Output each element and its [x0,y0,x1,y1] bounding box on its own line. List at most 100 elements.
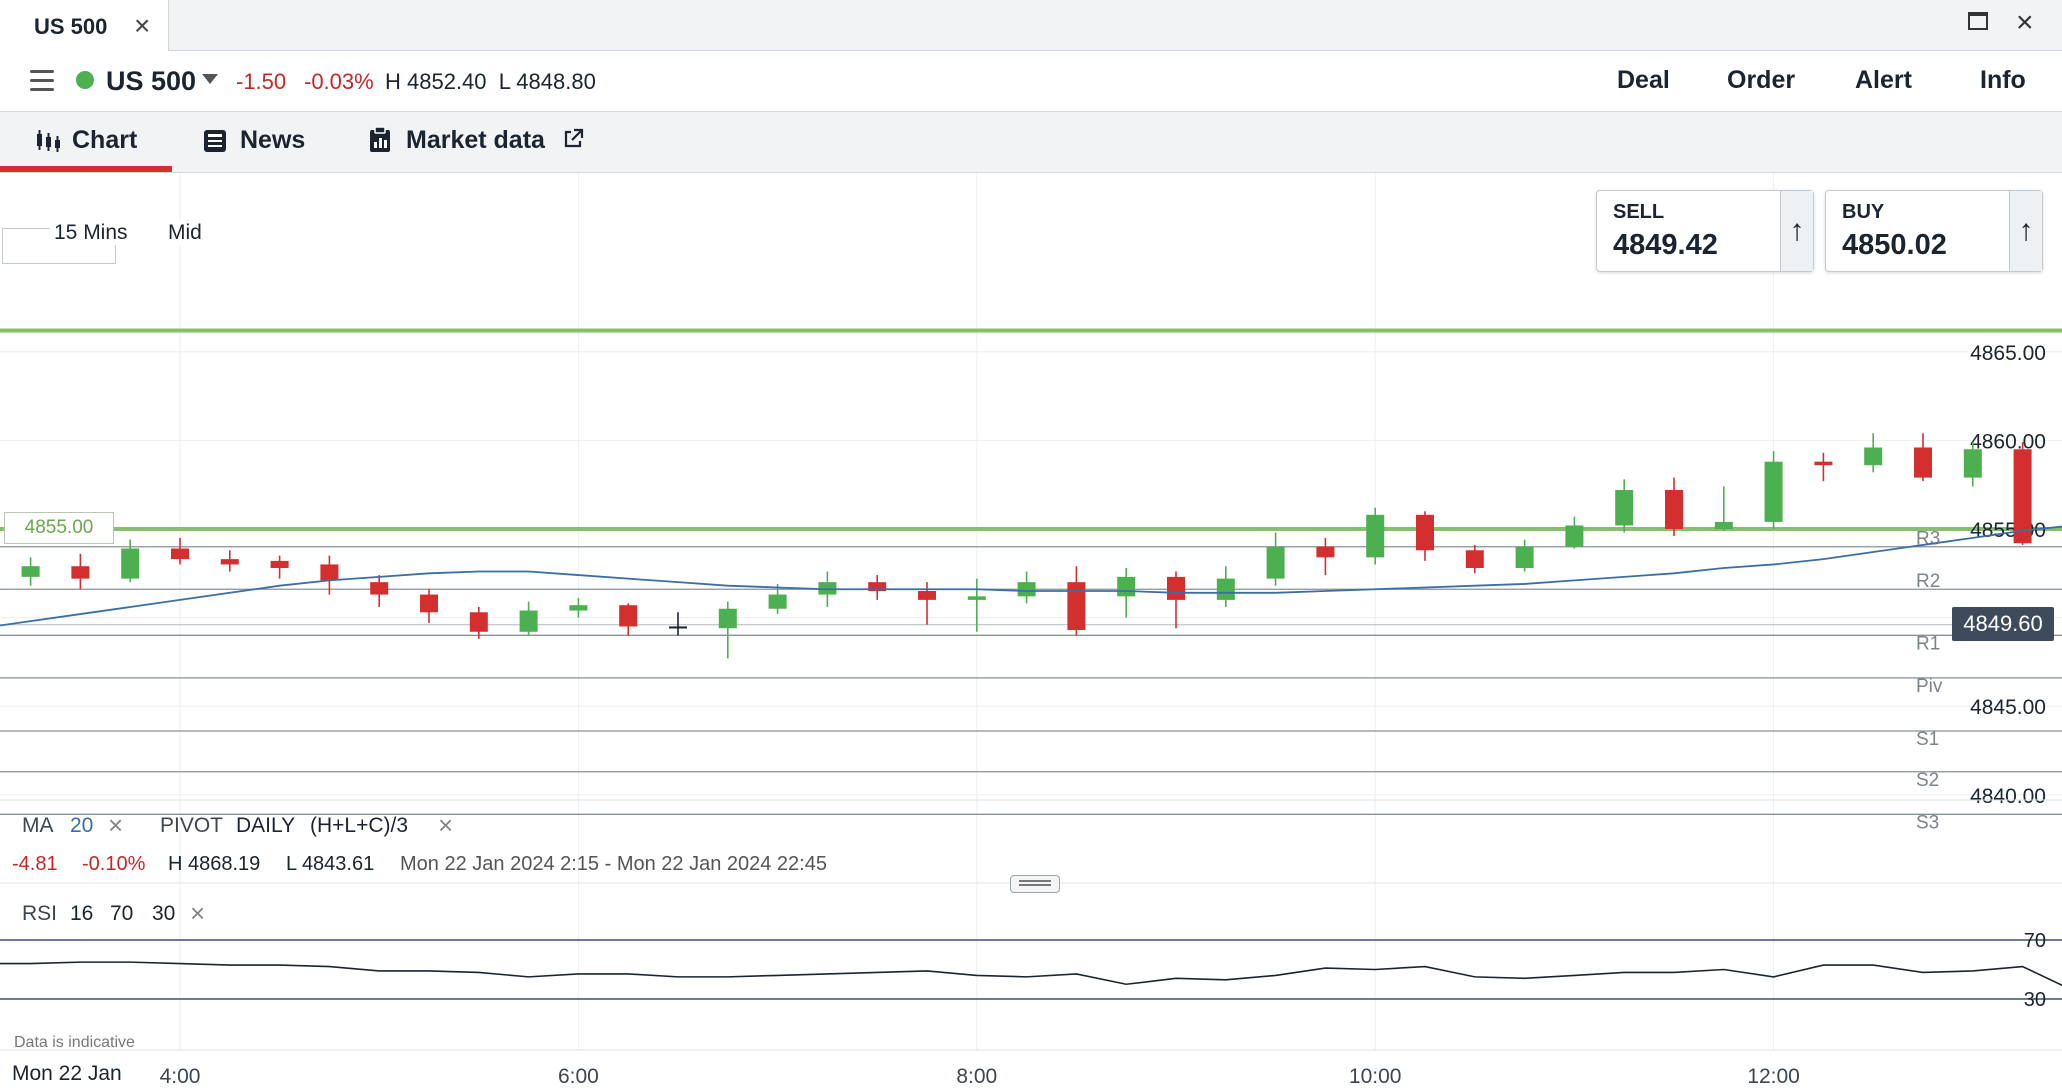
candle-body [1665,490,1683,529]
buy-label: BUY [1842,201,1885,223]
candle-body [1565,525,1584,547]
time-axis-label: 10:00 [1349,1065,1402,1088]
maximize-icon[interactable] [1968,12,1988,30]
stats-change: -4.81 [12,853,58,875]
tab-title: US 500 [34,14,108,39]
pane-resize-handle[interactable] [1010,875,1060,893]
candle-body [1615,490,1634,526]
candle-body [270,560,289,568]
candle-body [918,591,936,600]
tab-market-data[interactable]: Market data [406,126,545,155]
sell-price: 4849.42 [1613,229,1718,261]
pivot-label: S2 [1916,770,1939,791]
candle-body [1117,576,1136,597]
clipboard-icon [370,126,390,152]
buy-button[interactable]: BUY 4850.02 ↑ [1825,190,2043,272]
deal-button[interactable]: Deal [1617,66,1670,95]
pivot-label: PIVOT [160,814,224,837]
stats-range: Mon 22 Jan 2024 2:15 - Mon 22 Jan 2024 2… [400,853,827,875]
candle-body [121,548,140,579]
candle-body [569,605,588,611]
candle-body [1814,461,1833,466]
rsi-line [0,961,2062,987]
price-chart[interactable]: R3R2R1PivS1S2S34840.004845.004850.004855… [0,173,2062,1090]
candle-body [320,564,339,581]
data-disclaimer: Data is indicative [14,1034,135,1051]
stats-high: H 4868.19 [168,853,261,875]
pivot-label: R1 [1916,633,1940,654]
candle-body [967,596,986,600]
time-axis-label: 4:00 [160,1065,201,1088]
external-link-icon[interactable] [562,128,584,150]
tab-chart[interactable]: Chart [72,126,137,155]
price-type-selector[interactable]: Mid [164,221,206,245]
candle-body [21,566,40,577]
pivot-label: Piv [1916,676,1943,697]
price-axis-label: 4865.00 [1970,342,2046,365]
rsi-period[interactable]: 16 [70,902,93,926]
candle-body [1515,546,1534,568]
candle-body [469,612,488,632]
candle-body [768,594,787,609]
current-price-tag: 4849.60 [1952,607,2054,641]
view-tabs [0,112,2062,173]
candlestick-icon [37,130,60,152]
pivot-period[interactable]: DAILY [236,814,295,838]
price-axis-label: 4845.00 [1970,696,2046,719]
market-status-dot [76,71,94,89]
date-label: Mon 22 Jan [12,1062,122,1085]
high-low: H 4852.40 L 4848.80 [385,69,596,94]
news-icon [204,130,226,152]
remove-rsi-icon[interactable]: × [190,898,205,929]
window-close-icon[interactable]: × [2016,6,2034,40]
price-change-percent: -0.03% [304,69,374,94]
price-axis-label: 4840.00 [1970,785,2046,808]
candle-body [1714,521,1733,529]
candle-body [1416,514,1434,551]
remove-pivot-icon[interactable]: × [438,810,453,841]
instrument-name[interactable]: US 500 [106,66,196,97]
candle-body [71,566,90,579]
window-titlebar [0,0,2062,51]
candle-body [718,608,737,629]
sell-button[interactable]: SELL 4849.42 ↑ [1596,190,1814,272]
moving-average-line [0,525,2062,664]
arrow-up-icon: ↑ [2009,191,2042,271]
candle-body [1864,447,1883,466]
info-button[interactable]: Info [1980,66,2026,95]
buy-price: 4850.02 [1842,229,1947,261]
pivot-label: R3 [1916,529,1940,550]
candle-body [1266,546,1285,579]
order-button[interactable]: Order [1727,66,1795,95]
pivot-label: R2 [1916,571,1940,592]
candle-body [420,594,438,613]
sell-label: SELL [1613,201,1665,223]
candle-body [619,605,638,627]
alert-button[interactable]: Alert [1855,66,1912,95]
interval-selector[interactable]: 15 Mins [50,221,132,245]
pivot-formula[interactable]: (H+L+C)/3 [310,814,408,838]
candle-body [1914,447,1932,478]
close-icon[interactable]: × [134,10,150,42]
price-axis-label: 4855.00 [1970,519,2046,542]
candle-body [1067,582,1086,631]
time-axis-label: 8:00 [956,1065,997,1088]
candle-body [1764,461,1783,522]
rsi-axis-label: 30 [2024,989,2046,1011]
remove-ma-icon[interactable]: × [108,810,123,841]
ma-period[interactable]: 20 [70,814,93,838]
arrow-up-icon: ↑ [1780,191,1813,271]
rsi-label: RSI [22,902,58,925]
candle-body [1465,550,1484,568]
chevron-down-icon[interactable] [202,74,218,84]
stats-change-percent: -0.10% [82,853,146,875]
candle-body [1017,582,1036,597]
tab-news[interactable]: News [240,126,305,155]
alert-level-label[interactable]: 4855.00 [4,512,114,544]
menu-icon[interactable] [30,70,54,91]
rsi-upper[interactable]: 70 [110,902,133,926]
rsi-lower[interactable]: 30 [152,902,175,926]
candle-body [519,610,538,632]
candle-body [1963,449,1982,478]
time-axis-label: 6:00 [558,1065,599,1088]
